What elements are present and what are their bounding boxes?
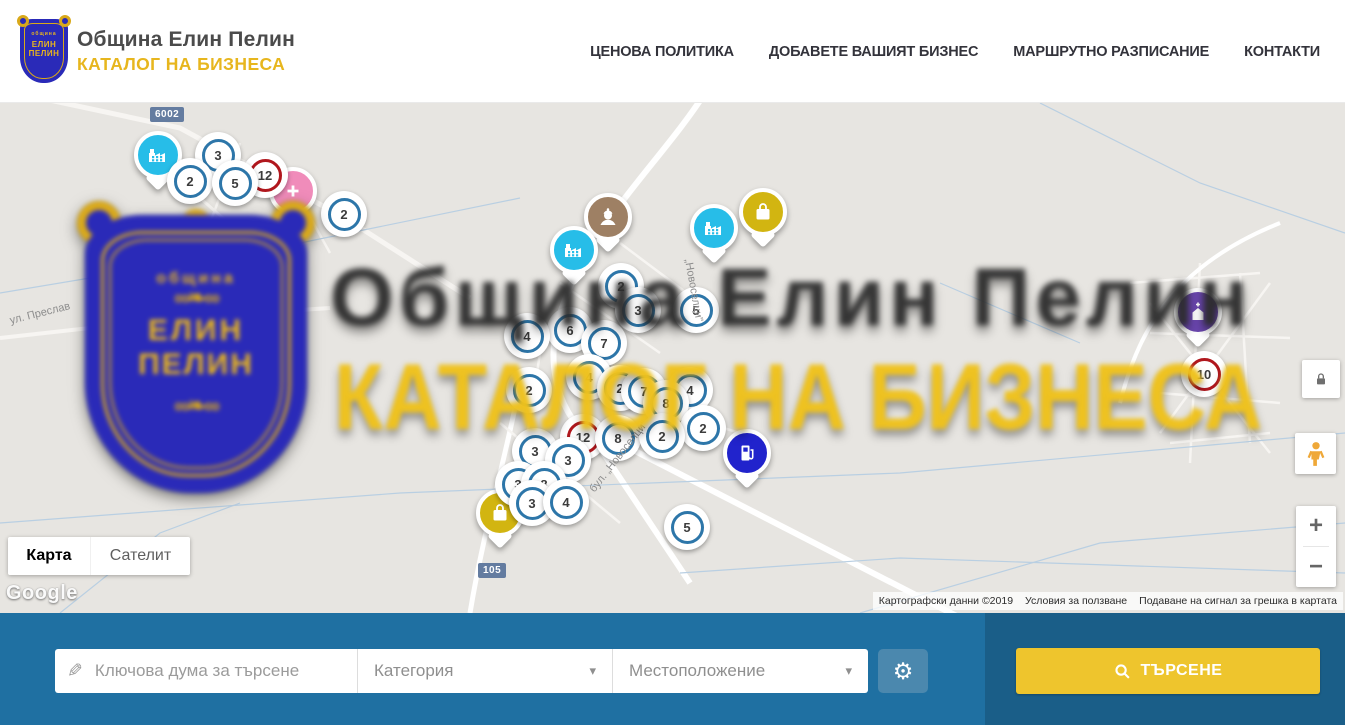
main-nav: ЦЕНОВА ПОЛИТИКА ДОБАВЕТЕ ВАШИЯТ БИЗНЕС М… xyxy=(590,0,1320,103)
watermark-title: Община Елин Пелин xyxy=(330,251,1253,345)
pegman-icon xyxy=(1305,441,1327,467)
nav-add-your-business[interactable]: ДОБАВЕТЕ ВАШИЯТ БИЗНЕС xyxy=(769,44,978,60)
watermark-subtitle: КАТАЛОГ НА БИЗНЕСА xyxy=(334,343,1262,451)
attribution-terms-link[interactable]: Условия за ползване xyxy=(1019,592,1133,610)
nav-contacts[interactable]: КОНТАКТИ xyxy=(1244,44,1320,60)
caret-down-icon: ▾ xyxy=(845,663,852,679)
map-type-switcher: Карта Сателит xyxy=(8,537,190,575)
crest-name-line2: ПЕЛИН xyxy=(138,348,254,382)
map-cluster[interactable]: 5 xyxy=(664,504,710,550)
nav-route-schedule[interactable]: МАРШРУТНО РАЗПИСАНИЕ xyxy=(1013,44,1209,60)
zoom-in-button[interactable]: + xyxy=(1296,506,1336,546)
keyword-search-input[interactable] xyxy=(95,661,345,681)
nav-pricing-policy[interactable]: ЦЕНОВА ПОЛИТИКА xyxy=(590,44,734,60)
search-button-label: ТЪРСЕНЕ xyxy=(1141,662,1223,680)
search-fields-group: ✎ Категория ▾ Местоположение ▾ xyxy=(55,649,868,693)
category-select-value: Категория xyxy=(374,661,453,681)
cluster-count: 4 xyxy=(550,486,583,519)
map-type-satellite-button[interactable]: Сателит xyxy=(90,537,190,575)
map-cluster[interactable]: 2 xyxy=(321,191,367,237)
crest-name-line2: ПЕЛИН xyxy=(20,49,68,58)
map-pin-bag[interactable] xyxy=(739,188,787,236)
crest-ornament: ∞❧∞ xyxy=(174,396,218,416)
cluster-count: 5 xyxy=(671,511,704,544)
street-label: ул. Преслав xyxy=(9,300,72,327)
site-title: Община Елин Пелин xyxy=(77,28,295,52)
lock-icon xyxy=(1313,371,1329,387)
map-pin-factory[interactable] xyxy=(690,204,738,252)
lock-control-button[interactable] xyxy=(1302,360,1340,398)
search-bar: ✎ Категория ▾ Местоположение ▾ ⚙ ТЪРСЕНЕ xyxy=(0,613,1345,725)
cluster-count: 2 xyxy=(174,165,207,198)
street-view-pegman-button[interactable] xyxy=(1295,433,1336,474)
map-type-map-button[interactable]: Карта xyxy=(8,537,90,575)
road-number-badge: 105 xyxy=(478,563,506,578)
cluster-count: 2 xyxy=(328,198,361,231)
map-canvas[interactable]: 312252235647427428212823338345106002105у… xyxy=(0,103,1345,613)
search-icon xyxy=(1114,663,1131,680)
zoom-control: + − xyxy=(1296,506,1336,587)
advanced-settings-button[interactable]: ⚙ xyxy=(878,649,928,693)
site-subtitle: КАТАЛОГ НА БИЗНЕСА xyxy=(77,54,295,75)
google-logo[interactable]: Google xyxy=(6,582,78,605)
municipal-crest-logo: община ЕЛИН ПЕЛИН xyxy=(20,19,68,83)
map-cluster[interactable]: 2 xyxy=(167,158,213,204)
caret-down-icon: ▾ xyxy=(589,663,596,679)
bag-icon xyxy=(739,188,787,236)
search-submit-button[interactable]: ТЪРСЕНЕ xyxy=(1016,648,1320,694)
gear-icon: ⚙ xyxy=(893,660,914,683)
factory-icon xyxy=(690,204,738,252)
map-attribution: Картографски данни ©2019 Условия за полз… xyxy=(873,592,1343,610)
location-select-value: Местоположение xyxy=(629,661,765,681)
road-number-badge: 6002 xyxy=(150,107,184,122)
zoom-out-button[interactable]: − xyxy=(1296,547,1336,587)
keyword-field-wrap: ✎ xyxy=(55,649,357,693)
brand[interactable]: община ЕЛИН ПЕЛИН Община Елин Пелин КАТА… xyxy=(20,19,295,83)
crest-name-line1: ЕЛИН xyxy=(20,40,68,49)
header: община ЕЛИН ПЕЛИН Община Елин Пелин КАТА… xyxy=(0,0,1345,103)
crest-ornament: ∞❧∞ xyxy=(174,288,218,308)
pencil-icon: ✎ xyxy=(67,660,83,683)
category-select[interactable]: Категория ▾ xyxy=(357,649,612,693)
attribution-copyright: Картографски данни ©2019 xyxy=(873,592,1019,610)
cluster-count: 5 xyxy=(219,167,252,200)
map-cluster[interactable]: 5 xyxy=(212,160,258,206)
location-select[interactable]: Местоположение ▾ xyxy=(612,649,868,693)
watermark-crest: община ∞❧∞ ЕЛИН ПЕЛИН ∞❧∞ xyxy=(85,215,307,493)
attribution-report-error-link[interactable]: Подаване на сигнал за грешка в картата xyxy=(1133,592,1343,610)
crest-name-line1: ЕЛИН xyxy=(148,314,244,348)
crest-top-text: община xyxy=(20,31,68,37)
map-cluster[interactable]: 4 xyxy=(543,479,589,525)
